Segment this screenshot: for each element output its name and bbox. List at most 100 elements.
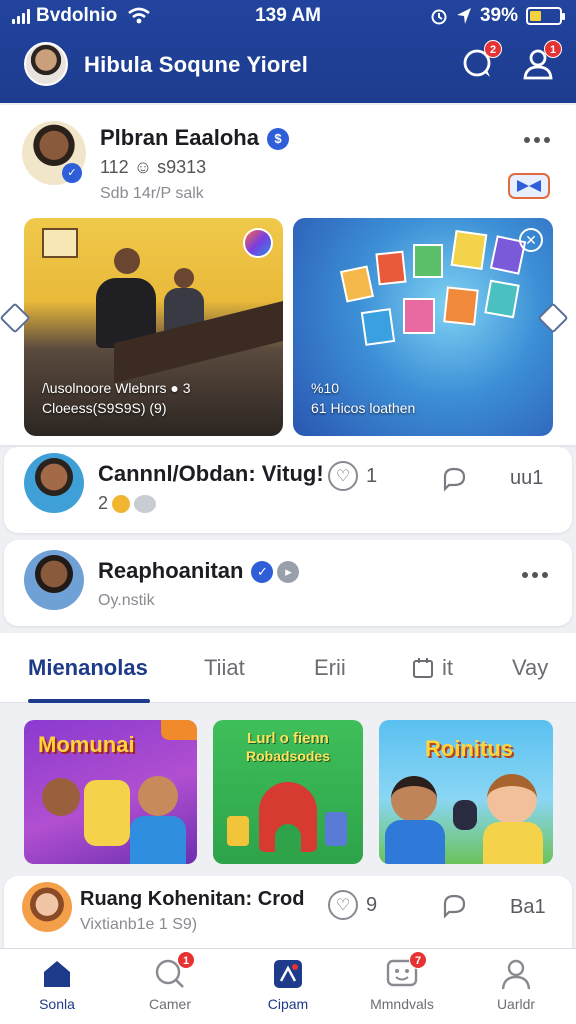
coin-icon — [112, 494, 131, 513]
game-card-shape — [339, 265, 375, 303]
game-title-line1: Lurl o fienn — [247, 730, 329, 747]
nav-item-home[interactable]: Sonla — [2, 957, 112, 1012]
character-body-shape — [483, 822, 543, 864]
tile-caption-line2: 61 Hicos loathen — [311, 400, 416, 416]
tab-category[interactable]: Erii — [314, 655, 346, 681]
messages-button[interactable]: 2 — [460, 40, 502, 82]
post-card: Cannnl/Obdan: Vitug! 2 ♡ 1 uu1 — [4, 447, 572, 533]
game-card-shape — [443, 286, 479, 326]
more-options-icon[interactable] — [522, 572, 548, 580]
tab-category[interactable]: it — [412, 655, 453, 681]
video-badge-icon[interactable] — [508, 173, 550, 199]
alarm-icon — [431, 9, 447, 25]
game-title: Roinitus — [425, 736, 513, 761]
nav-label: Camer — [148, 996, 191, 1012]
home-icon — [40, 957, 74, 991]
more-options-icon[interactable] — [524, 137, 550, 145]
post-author-label: Reaphoanitan — [98, 558, 244, 583]
profile-icon — [499, 957, 533, 991]
post-author[interactable]: Plbran Eaaloha $ — [100, 125, 289, 151]
like-icon: ♡ — [328, 461, 358, 491]
post-card: ✓ Plbran Eaaloha $ 112 ☺ s9313 Sdb 14r/P … — [0, 105, 576, 445]
game-card-shape — [403, 298, 435, 334]
like-count: 1 — [366, 464, 378, 487]
character-shape — [391, 776, 437, 822]
nav-item-profile[interactable]: Uarldr — [461, 957, 571, 1012]
item-shape — [325, 812, 347, 846]
like-icon: ♡ — [328, 890, 358, 920]
post-count-row: 2 — [98, 493, 157, 514]
profile-button[interactable]: 1 — [520, 40, 562, 82]
user-avatar[interactable] — [24, 42, 68, 86]
search-icon: 1 — [153, 951, 195, 991]
game-tag — [161, 720, 197, 740]
nav-label: Mmndvals — [370, 996, 434, 1012]
post-meta: Vixtianb1e 1 S9) — [80, 916, 198, 933]
author-avatar[interactable] — [24, 453, 84, 513]
tile-badge-icon — [243, 228, 273, 258]
post-author[interactable]: Reaphoanitan ✓ ▸ — [98, 558, 300, 584]
share-icon[interactable] — [440, 892, 468, 920]
media-tile[interactable]: ✕ %10 61 Hicos loathen — [293, 218, 553, 436]
person-shape — [114, 248, 140, 274]
views-count: uu1 — [510, 467, 544, 489]
tab-category[interactable]: Tiiat — [204, 655, 245, 681]
like-button[interactable]: ♡ 9 — [328, 890, 377, 920]
cloud-icon — [134, 494, 157, 513]
post-card: Reaphoanitan ✓ ▸ Oy.nstik — [4, 540, 572, 626]
post-author[interactable]: Ruang Kohenitan: Crod — [80, 888, 304, 911]
share-icon[interactable] — [440, 465, 468, 493]
profile-badge: 1 — [544, 40, 562, 58]
bottom-navigation: Sonla 1 Camer Cipam 7 Mmndvals Uarldr — [0, 948, 576, 1024]
tile-caption-line1: %10 — [311, 380, 340, 396]
nav-item-search[interactable]: 1 Camer — [115, 951, 225, 1012]
game-card-shape — [360, 308, 396, 346]
wall-frame — [42, 228, 78, 258]
game-title: Momunai — [38, 732, 135, 757]
game-card[interactable]: Momunai — [24, 720, 197, 864]
author-avatar[interactable] — [24, 550, 84, 610]
app-screen: Bvdolnio 139 AM 39% Hibula Soqune Yiorel… — [0, 0, 576, 1024]
chat-face-icon: 7 — [385, 951, 427, 991]
tile-caption-line2: Cloeess(S9S9S) (9) — [42, 400, 167, 416]
app-title: Hibula Soqune Yiorel — [84, 52, 309, 77]
tab-category[interactable]: Mienanolas — [28, 655, 148, 681]
game-card-shape — [375, 250, 407, 286]
battery-icon — [526, 7, 565, 25]
game-card[interactable]: Roinitus — [379, 720, 553, 864]
character-body-shape — [130, 816, 186, 864]
close-icon[interactable]: ✕ — [519, 228, 543, 252]
nav-item-games[interactable]: Cipam — [233, 957, 343, 1012]
post-card: Ruang Kohenitan: Crod Vixtianb1e 1 S9) ♡… — [4, 876, 572, 948]
character-body-shape — [385, 820, 445, 864]
author-avatar[interactable] — [22, 882, 72, 932]
nav-label: Sonla — [39, 996, 75, 1012]
location-arrow-icon — [456, 8, 471, 24]
views-count: Ba1 — [510, 896, 546, 918]
status-bar: Bvdolnio 139 AM 39% — [0, 0, 576, 32]
nav-label: Uarldr — [496, 996, 536, 1012]
app-header: Bvdolnio 139 AM 39% Hibula Soqune Yiorel… — [0, 0, 576, 103]
verified-badge-icon: $ — [266, 128, 289, 151]
battery-percent: 39% — [479, 5, 518, 26]
post-author[interactable]: Cannnl/Obdan: Vitug! — [98, 461, 324, 487]
post-author-label: Plbran Eaaloha — [100, 125, 259, 150]
game-card-shape — [450, 229, 488, 271]
toy-shape — [453, 800, 477, 830]
info-icon: ▸ — [277, 561, 300, 584]
arch-opening-shape — [275, 824, 301, 852]
character-shape — [42, 778, 80, 816]
nav-item-messages[interactable]: 7 Mmndvals — [347, 951, 457, 1012]
messages-badge: 2 — [484, 40, 502, 58]
calendar-icon — [413, 658, 433, 678]
game-card[interactable]: Lurl o fienn Robadsodes — [213, 720, 363, 864]
nav-badge: 7 — [409, 951, 427, 969]
tab-category[interactable]: Vay — [512, 655, 548, 681]
tile-caption-line1: /\usolnoore Wlebnrs ● 3 — [42, 380, 191, 396]
game-title-line2: Robadsodes — [245, 748, 330, 764]
media-tile[interactable]: /\usolnoore Wlebnrs ● 3 Cloeess(S9S9S) (… — [24, 218, 283, 436]
post-meta: Sdb 14r/P salk — [100, 185, 204, 202]
like-button[interactable]: ♡ 1 — [328, 461, 377, 491]
verified-icon: ✓ — [62, 163, 82, 183]
app-bar: Hibula Soqune Yiorel 2 1 — [0, 40, 576, 92]
